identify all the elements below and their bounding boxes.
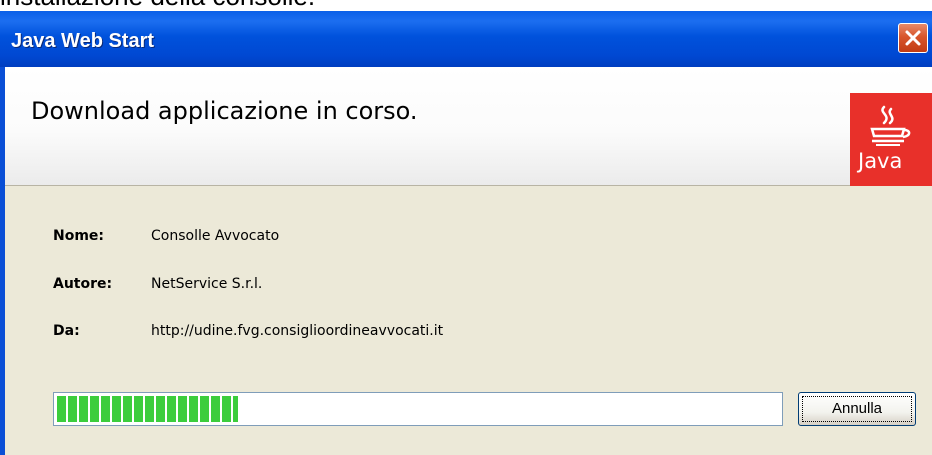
cancel-button[interactable]: Annulla — [798, 392, 916, 426]
header-title: Download applicazione in corso. — [31, 97, 418, 125]
name-value: Consolle Avvocato — [151, 228, 280, 244]
from-url: http://udine.fvg.consiglioordineavvocati… — [151, 323, 444, 339]
download-progress-bar — [53, 392, 783, 426]
author-value: NetService S.r.l. — [151, 276, 263, 292]
dialog-body: Nome: Consolle Avvocato Autore: NetServi… — [5, 186, 932, 455]
java-web-start-dialog: Java Web Start Download applicazione in … — [0, 11, 932, 455]
close-button[interactable] — [898, 23, 928, 53]
java-coffee-cup-icon — [870, 105, 911, 146]
dialog-header: Download applicazione in corso. Java — [5, 67, 932, 186]
name-label: Nome: — [53, 228, 105, 244]
focus-ring — [802, 396, 912, 422]
author-label: Autore: — [53, 276, 113, 292]
title-bar[interactable]: Java Web Start — [0, 11, 932, 67]
window-title: Java Web Start — [11, 30, 155, 52]
progress-fill — [57, 396, 238, 422]
java-logo-text: Java — [858, 149, 903, 173]
close-icon — [905, 30, 921, 46]
java-logo: Java — [850, 93, 932, 186]
from-label: Da: — [53, 323, 80, 339]
